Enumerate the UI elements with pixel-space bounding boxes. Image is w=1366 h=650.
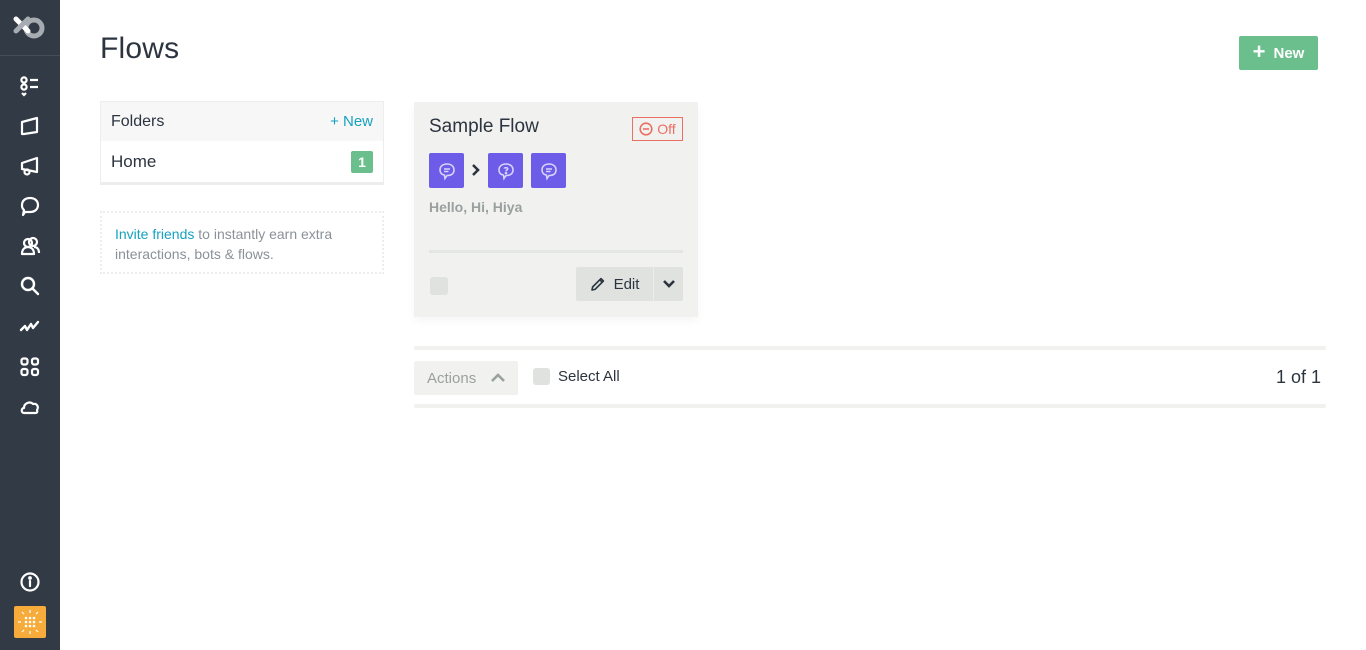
flow-title: Sample Flow xyxy=(429,116,539,137)
cloud-icon[interactable] xyxy=(0,392,60,422)
message-step-icon[interactable] xyxy=(429,153,464,188)
grid-icon[interactable] xyxy=(0,352,60,382)
flag-icon[interactable] xyxy=(0,111,60,141)
folder-name: Home xyxy=(111,151,157,171)
flow-status-toggle[interactable]: Off xyxy=(632,117,683,141)
folder-item-home[interactable]: Home 1 xyxy=(101,141,383,182)
new-folder-button[interactable]: + New xyxy=(330,113,373,130)
edit-label: Edit xyxy=(613,275,640,293)
new-flow-button[interactable]: + New xyxy=(1239,36,1318,70)
folders-title: Folders xyxy=(111,112,165,130)
minus-circle-icon xyxy=(639,122,653,136)
pagination-text: 1 of 1 xyxy=(1275,367,1321,387)
logo-icon[interactable] xyxy=(0,0,60,56)
folder-count-badge: 1 xyxy=(351,150,373,173)
question-step-icon[interactable] xyxy=(488,153,523,188)
toolbar-divider-bottom xyxy=(414,404,1326,408)
folders-panel: Folders + New Home 1 xyxy=(100,101,384,185)
page-title: Flows xyxy=(100,32,180,65)
search-icon[interactable] xyxy=(0,271,60,301)
actions-dropdown[interactable]: Actions xyxy=(414,361,518,395)
info-icon[interactable] xyxy=(0,567,60,597)
edit-button[interactable]: Edit xyxy=(576,267,653,301)
flow-preview-text: Hello, Hi, Hiya xyxy=(429,199,523,215)
megaphone-icon[interactable] xyxy=(0,151,60,181)
flow-status-label: Off xyxy=(657,121,676,137)
invite-panel: Invite friends to instantly earn extra i… xyxy=(100,211,384,274)
users-icon[interactable] xyxy=(0,231,60,261)
flow-select-checkbox[interactable] xyxy=(430,277,448,295)
select-all-label: Select All xyxy=(558,368,620,385)
sidebar xyxy=(0,0,60,650)
checkbox-box xyxy=(533,368,550,385)
select-all-checkbox[interactable]: Select All xyxy=(533,368,620,385)
new-flow-label: New xyxy=(1273,44,1305,62)
message-step-icon[interactable] xyxy=(531,153,566,188)
list-icon[interactable] xyxy=(0,71,60,101)
plus-icon: + xyxy=(1252,39,1266,64)
activity-icon[interactable] xyxy=(0,311,60,341)
chevron-right-icon xyxy=(470,160,482,180)
folders-header: Folders + New xyxy=(101,102,383,141)
avatar[interactable] xyxy=(14,606,46,638)
pencil-icon xyxy=(590,277,604,291)
actions-label: Actions xyxy=(427,369,477,387)
edit-dropdown-toggle[interactable] xyxy=(653,267,683,301)
card-divider xyxy=(429,250,683,253)
chevron-up-icon xyxy=(491,373,506,382)
invite-friends-link[interactable]: Invite friends xyxy=(115,226,194,242)
flow-card[interactable]: Sample Flow Off Hello, Hi, Hiya Edit xyxy=(414,102,698,317)
toolbar-divider-top xyxy=(414,346,1326,350)
chat-bubble-icon[interactable] xyxy=(0,191,60,221)
edit-button-group: Edit xyxy=(576,267,683,301)
chevron-down-icon xyxy=(662,280,675,288)
